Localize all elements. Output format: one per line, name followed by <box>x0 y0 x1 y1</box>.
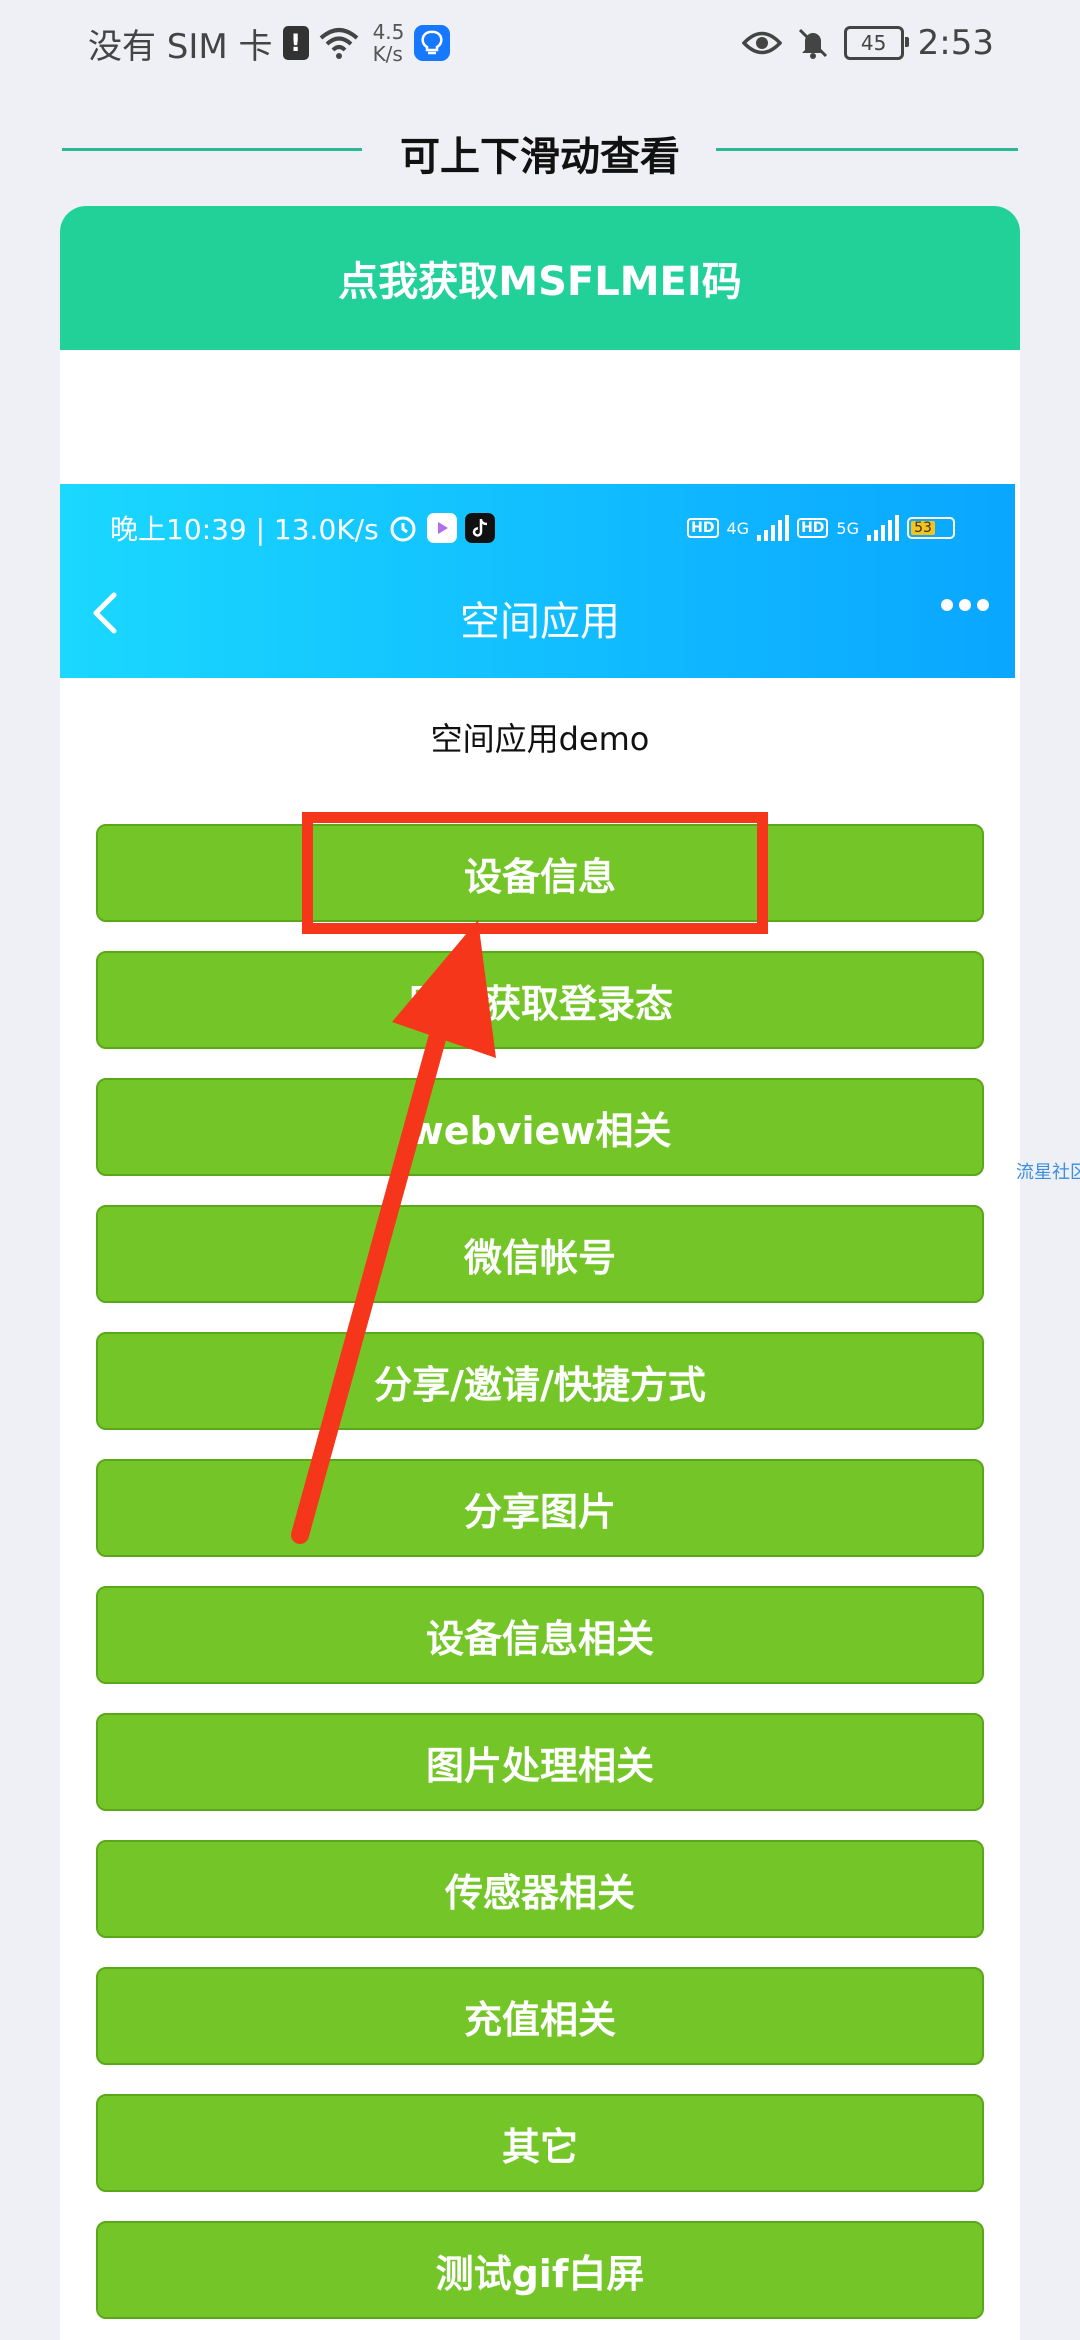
speed-value: 4.5 <box>372 20 405 44</box>
network-4g-label: 4G <box>726 518 750 538</box>
highlight-box <box>302 812 768 934</box>
inner-status-bar-right: HD 4G HD 5G 53 <box>687 510 955 546</box>
status-bar-left: 没有 SIM 卡 ! 4.5 K/s <box>88 18 451 68</box>
clock: 2:53 <box>917 23 994 63</box>
status-bar-right: 45 2:53 <box>741 18 994 68</box>
status-bar: 没有 SIM 卡 ! 4.5 K/s 45 2:53 <box>0 0 1080 84</box>
signal-icon <box>757 515 790 541</box>
inner-time-speed: 晚上10:39 | 13.0K/s <box>110 513 379 546</box>
carrier-text: 没有 SIM 卡 <box>88 26 273 67</box>
recharge-button[interactable]: 充值相关 <box>96 1967 984 2065</box>
other-button[interactable]: 其它 <box>96 2094 984 2192</box>
inner-battery-icon: 53 <box>907 517 955 539</box>
eye-icon <box>741 31 782 55</box>
bulb-icon <box>414 25 451 61</box>
inner-header: 晚上10:39 | 13.0K/s HD 4G HD 5G 53 空间应用 <box>60 484 1015 678</box>
page-title: 可上下滑动查看 <box>400 134 680 180</box>
network-speed: 4.5 K/s <box>373 21 405 65</box>
webview-button[interactable]: webview相关 <box>96 1078 984 1176</box>
side-link[interactable]: 流星社区 <box>1016 1158 1080 1184</box>
speed-unit: K/s <box>372 42 403 66</box>
signal-icon-2 <box>867 515 899 541</box>
device-info-related-button[interactable]: 设备信息相关 <box>96 1586 984 1684</box>
inner-screenshot: 晚上10:39 | 13.0K/s HD 4G HD 5G 53 空间应用 空间… <box>60 484 1020 2340</box>
section-header: 可上下滑动查看 <box>0 118 1080 180</box>
image-processing-button[interactable]: 图片处理相关 <box>96 1713 984 1811</box>
wechat-account-button[interactable]: 微信帐号 <box>96 1205 984 1303</box>
sim-alert-icon: ! <box>282 26 309 60</box>
header-divider-right <box>716 148 1018 151</box>
inner-status-bar-left: 晚上10:39 | 13.0K/s <box>110 506 495 550</box>
gif-test-button[interactable]: 测试gif白屏 <box>96 2221 984 2319</box>
async-login-button[interactable]: 异步获取登录态 <box>96 951 984 1049</box>
share-invite-shortcut-button[interactable]: 分享/邀请/快捷方式 <box>96 1332 984 1430</box>
hd-badge: HD <box>687 518 719 538</box>
inner-nav-title: 空间应用 <box>460 599 620 645</box>
wifi-icon <box>319 28 358 59</box>
tiktok-icon <box>464 513 495 543</box>
get-code-button[interactable]: 点我获取MSFLMEI码 <box>60 206 1020 350</box>
network-5g-label: 5G <box>836 518 859 538</box>
alarm-icon <box>390 516 416 542</box>
video-app-icon <box>426 513 457 543</box>
battery-level: 45 <box>860 31 887 55</box>
inner-battery-level: 53 <box>911 520 935 536</box>
demo-title: 空间应用demo <box>430 720 650 758</box>
share-image-button[interactable]: 分享图片 <box>96 1459 984 1557</box>
content-card: 点我获取MSFLMEI码 晚上10:39 | 13.0K/s HD 4G HD … <box>60 206 1020 2340</box>
hd-badge-2: HD <box>797 518 829 538</box>
more-options-icon[interactable] <box>941 599 989 611</box>
battery-icon: 45 <box>843 26 909 60</box>
bell-muted-icon <box>798 28 827 59</box>
sensor-button[interactable]: 传感器相关 <box>96 1840 984 1938</box>
